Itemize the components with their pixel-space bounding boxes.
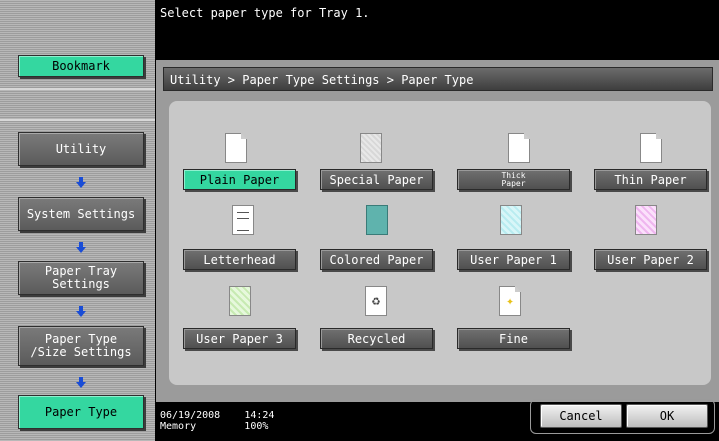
user-paper-3-button[interactable]: User Paper 3 bbox=[183, 328, 296, 349]
thick-paper-button[interactable]: Thick Paper bbox=[457, 169, 570, 190]
down-arrow-icon bbox=[76, 377, 86, 388]
instruction-message: Select paper type for Tray 1. bbox=[160, 6, 370, 20]
thin-paper-icon bbox=[640, 133, 662, 163]
sidebar: Bookmark Utility System Settings Paper T… bbox=[0, 0, 155, 441]
letterhead-icon bbox=[232, 205, 254, 235]
special-paper-button[interactable]: Special Paper bbox=[320, 169, 433, 190]
user-paper-1-icon bbox=[500, 205, 522, 235]
time: 14:24 bbox=[244, 410, 275, 421]
status-datetime: 06/19/2008 14:24 Memory 100% bbox=[160, 410, 274, 432]
user-paper-2-icon bbox=[635, 205, 657, 235]
user-paper-1-button[interactable]: User Paper 1 bbox=[457, 249, 570, 270]
ok-button[interactable]: OK bbox=[626, 404, 708, 428]
sidebar-item-system-settings[interactable]: System Settings bbox=[18, 197, 144, 231]
bookmark-button[interactable]: Bookmark bbox=[18, 55, 144, 77]
sidebar-item-paper-type[interactable]: Paper Type bbox=[18, 395, 144, 429]
memory-value: 100% bbox=[244, 421, 269, 432]
memory-label: Memory bbox=[160, 421, 197, 432]
fine-paper-icon: ✦ bbox=[499, 286, 521, 316]
sidebar-item-paper-type-size-settings[interactable]: Paper Type /Size Settings bbox=[18, 326, 144, 366]
sidebar-divider bbox=[0, 119, 155, 121]
thin-paper-button[interactable]: Thin Paper bbox=[594, 169, 707, 190]
breadcrumb: Utility > Paper Type Settings > Paper Ty… bbox=[163, 67, 713, 91]
special-paper-icon bbox=[360, 133, 382, 163]
letterhead-button[interactable]: Letterhead bbox=[183, 249, 296, 270]
sidebar-item-paper-tray-settings[interactable]: Paper Tray Settings bbox=[18, 261, 144, 295]
cancel-button[interactable]: Cancel bbox=[540, 404, 622, 428]
plain-paper-icon bbox=[225, 133, 247, 163]
recycled-icon: ♻ bbox=[365, 286, 387, 316]
colored-paper-button[interactable]: Colored Paper bbox=[320, 249, 433, 270]
down-arrow-icon bbox=[76, 242, 86, 253]
date: 06/19/2008 bbox=[160, 410, 221, 421]
user-paper-3-icon bbox=[229, 286, 251, 316]
fine-button[interactable]: Fine bbox=[457, 328, 570, 349]
user-paper-2-button[interactable]: User Paper 2 bbox=[594, 249, 707, 270]
sidebar-item-utility[interactable]: Utility bbox=[18, 132, 144, 166]
sidebar-divider bbox=[0, 88, 155, 90]
down-arrow-icon bbox=[76, 177, 86, 188]
thick-paper-icon bbox=[508, 133, 530, 163]
colored-paper-icon bbox=[366, 205, 388, 235]
down-arrow-icon bbox=[76, 306, 86, 317]
recycled-button[interactable]: Recycled bbox=[320, 328, 433, 349]
plain-paper-button[interactable]: Plain Paper bbox=[183, 169, 296, 190]
